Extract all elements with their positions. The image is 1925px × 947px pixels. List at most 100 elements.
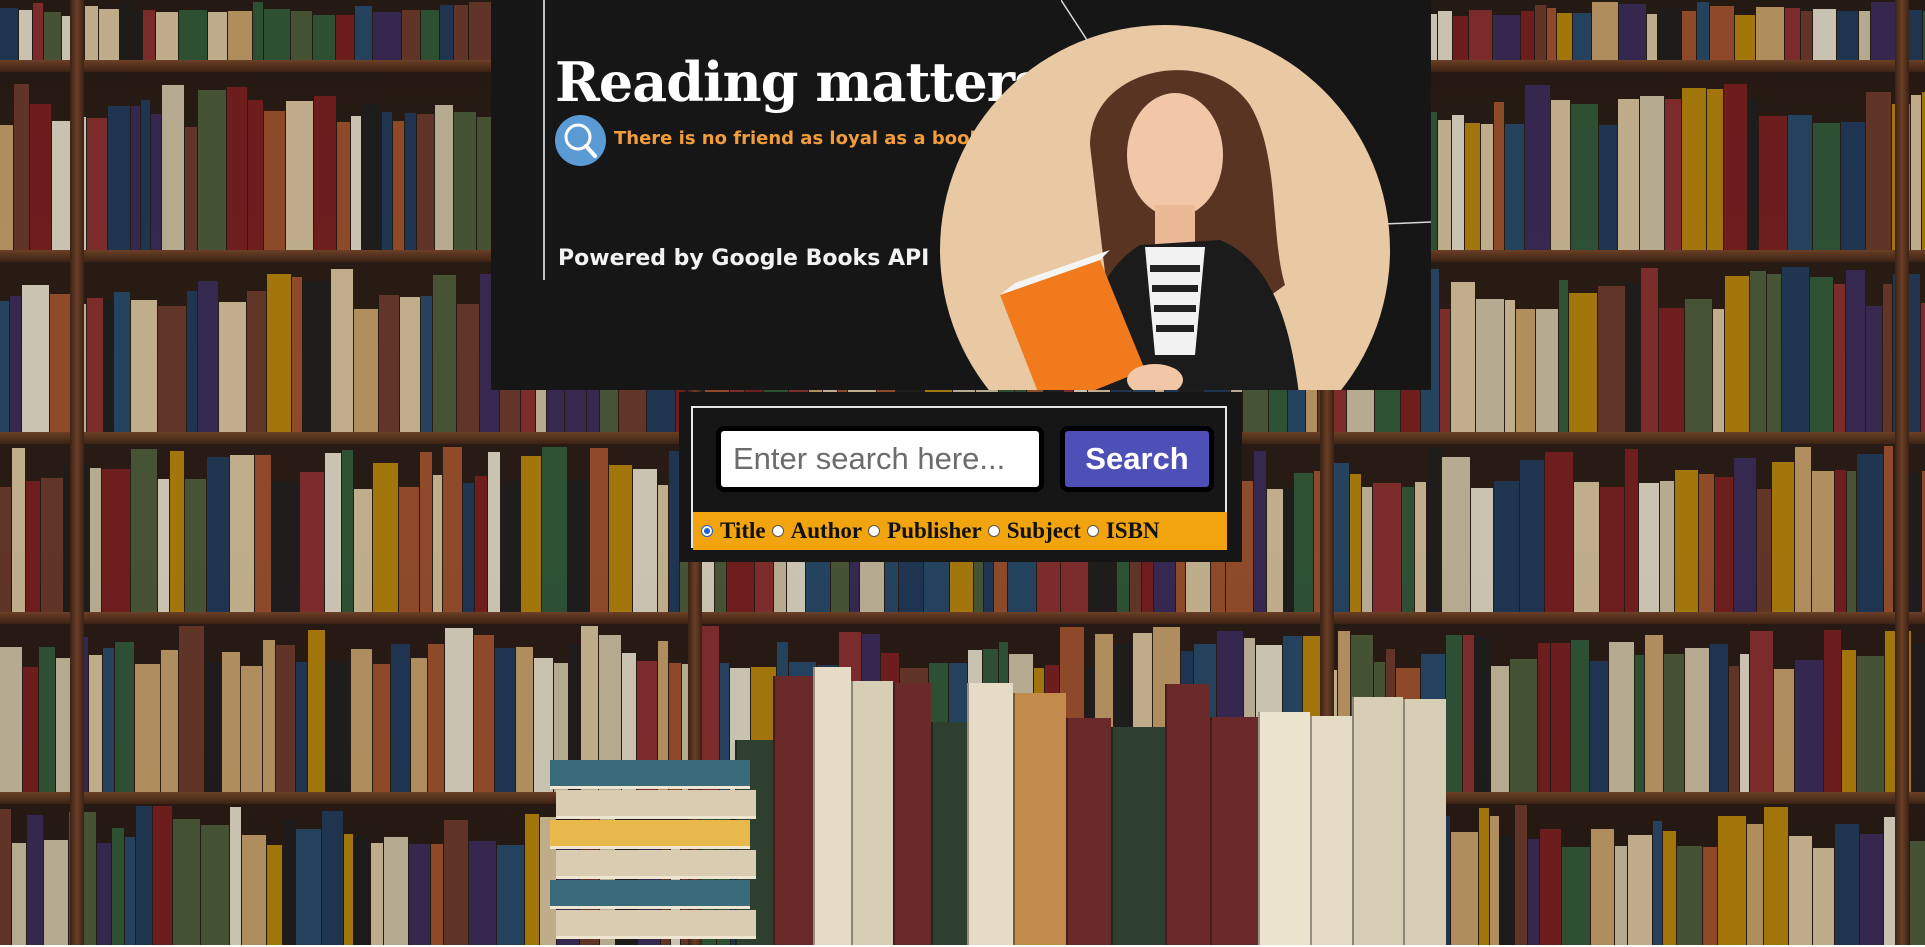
search-button[interactable]: Search xyxy=(1060,426,1214,492)
shelf-book xyxy=(102,469,130,612)
pile-book xyxy=(1210,717,1258,945)
shelf-book xyxy=(322,810,343,945)
shelf-book xyxy=(1813,8,1836,60)
filter-option-author[interactable]: Author xyxy=(771,518,862,544)
shelf-book xyxy=(135,663,160,792)
shelf-book xyxy=(1812,470,1834,612)
search-filter-bar: Title Author Publisher Subject ISBN xyxy=(693,512,1227,550)
shelf-book xyxy=(263,640,275,792)
shelf-book xyxy=(1452,115,1464,250)
shelf-book xyxy=(1590,660,1608,792)
filter-label-isbn: ISBN xyxy=(1105,518,1160,543)
shelf-book xyxy=(1677,845,1702,945)
shelf-book xyxy=(1699,474,1714,612)
shelf-book xyxy=(1505,124,1524,250)
shelf-book xyxy=(1463,635,1474,792)
shelf-book xyxy=(1824,630,1841,792)
shelf-book xyxy=(114,291,130,432)
shelf-book xyxy=(373,463,398,612)
shelf-book xyxy=(39,647,55,792)
shelf-book xyxy=(286,101,313,250)
shelf-book xyxy=(354,836,370,945)
filter-option-subject[interactable]: Subject xyxy=(987,518,1081,544)
filter-radio-subject[interactable] xyxy=(987,525,1000,537)
filter-radio-title[interactable] xyxy=(701,525,713,537)
shelf-book xyxy=(1500,835,1514,945)
shelf-book xyxy=(255,454,271,612)
shelf-book xyxy=(1535,5,1546,60)
shelf-book xyxy=(125,836,135,945)
filter-radio-author[interactable] xyxy=(771,525,784,537)
shelf-book xyxy=(230,807,241,945)
shelf-book xyxy=(1641,267,1658,432)
shelf-book xyxy=(411,658,427,792)
shelf-book xyxy=(525,814,539,945)
shelf-book xyxy=(151,114,161,250)
shelf-book xyxy=(1748,99,1758,250)
shelf-book xyxy=(0,8,18,60)
shelf-book xyxy=(158,305,186,432)
shelf-book xyxy=(568,479,589,612)
shelf-book xyxy=(267,274,291,432)
shelf-book xyxy=(1789,835,1812,945)
shelf-book xyxy=(420,452,432,612)
shelf-book xyxy=(1729,666,1739,792)
shelf-book xyxy=(136,806,152,945)
pile-book xyxy=(1403,699,1446,945)
shelf-book xyxy=(1921,302,1925,432)
shelf-book xyxy=(428,644,444,792)
shelf-book xyxy=(1813,847,1834,945)
shelf-book xyxy=(267,845,282,945)
shelf-book xyxy=(1438,120,1451,250)
shelf-book xyxy=(391,643,410,792)
shelf-book xyxy=(351,648,372,792)
shelf-book xyxy=(454,111,476,250)
shelf-book xyxy=(222,652,240,792)
shelf-book xyxy=(393,121,404,250)
shelf-book xyxy=(1757,488,1771,612)
shelf-book xyxy=(1841,121,1865,250)
shelf-book xyxy=(1628,834,1652,945)
search-icon xyxy=(555,115,606,166)
shelf-book xyxy=(1785,8,1800,60)
shelf-book xyxy=(1764,807,1788,945)
filter-radio-publisher[interactable] xyxy=(868,525,881,537)
shelf-book xyxy=(1451,281,1475,432)
shelf-book xyxy=(1710,643,1728,792)
shelf-book xyxy=(1857,453,1883,612)
shelf-book xyxy=(354,489,372,612)
shelf-book xyxy=(1536,308,1558,432)
shelf-book xyxy=(1469,9,1492,60)
shelf-book xyxy=(1465,122,1480,250)
shelf-book xyxy=(1795,447,1811,612)
shelf-book xyxy=(1540,829,1561,945)
shelf-book xyxy=(1715,476,1733,612)
filter-option-isbn[interactable]: ISBN xyxy=(1086,518,1160,544)
shelf-book xyxy=(283,819,295,945)
shelf-book xyxy=(1440,309,1450,432)
shelf-book xyxy=(337,122,350,250)
shelf-book xyxy=(1735,14,1755,60)
shelf-book xyxy=(1703,846,1717,945)
filter-option-publisher[interactable]: Publisher xyxy=(868,518,982,544)
shelf-book xyxy=(1427,448,1441,612)
shelf-book xyxy=(609,464,632,612)
shelf-book xyxy=(179,9,207,60)
shelf-book xyxy=(463,482,474,612)
shelf-book xyxy=(201,825,229,945)
shelf-book xyxy=(1294,473,1313,612)
search-input[interactable] xyxy=(716,426,1044,492)
shelf-book xyxy=(131,9,142,60)
shelf-book xyxy=(264,9,290,60)
shelf-book xyxy=(1609,642,1634,792)
filter-option-title[interactable]: Title xyxy=(701,518,766,544)
filter-radio-isbn[interactable] xyxy=(1086,525,1099,537)
shelf-book xyxy=(41,477,63,612)
search-panel: Search Title Author Publisher Subject IS… xyxy=(679,392,1242,562)
shelf-book xyxy=(1350,474,1361,612)
shelf-book xyxy=(1685,648,1709,792)
shelf-book xyxy=(405,113,416,250)
shelf-book xyxy=(521,455,541,612)
shelf-book xyxy=(1505,299,1515,432)
shelf-book xyxy=(1557,13,1572,60)
